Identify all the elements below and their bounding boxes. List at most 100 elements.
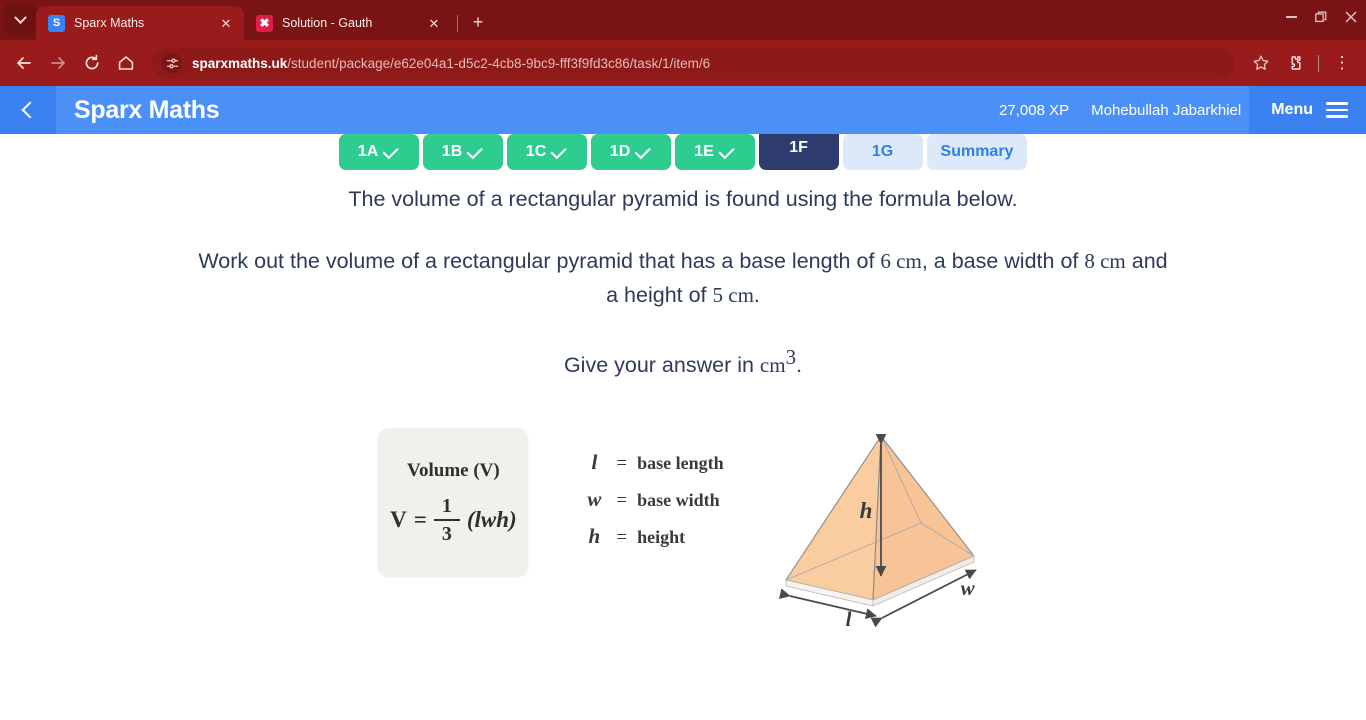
legend-equals: =: [616, 490, 628, 512]
value-base-length: 6 cm: [880, 249, 922, 273]
gauth-icon: ✖: [256, 14, 273, 32]
pyramid-label-l: l: [845, 607, 852, 632]
value-base-width: 8 cm: [1084, 249, 1126, 273]
check-icon: [466, 142, 483, 159]
menu-button[interactable]: Menu: [1249, 86, 1366, 134]
formula-v: V: [390, 507, 407, 533]
formula-equation: V = 1 3 (lwh): [390, 496, 517, 545]
question-line-3-part-b: .: [796, 353, 803, 378]
legend-symbol: l: [591, 450, 598, 475]
legend-text: base length: [637, 453, 724, 474]
window-controls: [1276, 0, 1366, 34]
address-bar-text: sparxmaths.uk/student/package/e62e04a1-d…: [192, 56, 710, 71]
question-tab-1c[interactable]: 1C: [506, 134, 587, 170]
question-tab-1g[interactable]: 1G: [842, 134, 923, 170]
close-icon[interactable]: ✕: [217, 14, 235, 32]
browser-tab-title: Sparx Maths: [74, 16, 145, 30]
browser-menu-icon[interactable]: ⋮: [1326, 47, 1358, 79]
tab-divider: [457, 15, 458, 32]
question-line-2-part-a: Work out the volume of a rectangular pyr…: [198, 249, 881, 273]
question-line-2-part-b: , a base width of: [921, 249, 1085, 273]
bookmark-star-icon[interactable]: [1245, 47, 1277, 79]
formula-diagram: Volume (V) V = 1 3 (lwh) l = base length…: [0, 428, 1366, 631]
formula-title: Volume (V): [407, 459, 500, 481]
site-settings-icon[interactable]: [162, 53, 182, 73]
question-tab-label: 1G: [871, 143, 894, 160]
legend-symbol: h: [588, 524, 601, 549]
tab-search-button[interactable]: [4, 4, 36, 36]
formula-card: Volume (V) V = 1 3 (lwh): [378, 428, 529, 577]
check-icon: [382, 142, 399, 159]
question-tab-label: 1B: [441, 143, 463, 160]
question-line-2: Work out the volume of a rectangular pyr…: [193, 244, 1173, 312]
home-icon[interactable]: [110, 47, 142, 79]
address-bar[interactable]: sparxmaths.uk/student/package/e62e04a1-d…: [152, 47, 1235, 79]
formula-fraction: 1 3: [433, 494, 460, 546]
back-icon[interactable]: [8, 47, 40, 79]
legend-text: base width: [637, 490, 720, 511]
question-tab-label: Summary: [940, 143, 1014, 160]
question-tab-label: 1F: [789, 139, 808, 156]
question-tab-label: 1A: [357, 143, 379, 160]
question-tab-1a[interactable]: 1A: [338, 134, 419, 170]
extensions-puzzle-icon[interactable]: [1279, 47, 1311, 79]
legend-row-width: w = base width: [582, 487, 723, 512]
check-icon: [634, 142, 651, 159]
question-tab-1e[interactable]: 1E: [674, 134, 755, 170]
browser-tabstrip: S Sparx Maths ✕ ✖ Solution - Gauth ✕ +: [0, 0, 1366, 40]
question-tab-1d[interactable]: 1D: [590, 134, 671, 170]
legend-equals: =: [616, 527, 628, 549]
browser-tab-sparx-maths[interactable]: S Sparx Maths ✕: [36, 6, 244, 40]
browser-toolbar: sparxmaths.uk/student/package/e62e04a1-d…: [0, 40, 1366, 86]
menu-button-label: Menu: [1271, 101, 1313, 118]
question-tab-label: 1D: [609, 143, 631, 160]
toolbar-divider: [1318, 54, 1319, 72]
question-tab-summary[interactable]: Summary: [926, 134, 1028, 170]
browser-tab-solution-gauth[interactable]: ✖ Solution - Gauth ✕: [244, 6, 452, 40]
browser-tab-title: Solution - Gauth: [282, 16, 373, 30]
legend-row-height: h = height: [582, 524, 723, 549]
question-line-1: The volume of a rectangular pyramid is f…: [348, 187, 1018, 211]
sparx-s-icon: S: [48, 14, 65, 32]
page-content: 1A 1B 1C 1D 1E 1F 1G Summary The volume …: [0, 126, 1366, 720]
check-icon: [550, 142, 567, 159]
pyramid-label-w: w: [960, 576, 975, 601]
question-tab-1b[interactable]: 1B: [422, 134, 503, 170]
app-back-button[interactable]: [0, 86, 56, 134]
url-path: /student/package/e62e04a1-d5c2-4cb8-9bc9…: [287, 55, 711, 71]
chevron-down-icon: [13, 10, 27, 24]
formula-equals: =: [413, 507, 427, 533]
browser-window: S Sparx Maths ✕ ✖ Solution - Gauth ✕ + s…: [0, 0, 1366, 720]
close-icon[interactable]: ✕: [425, 14, 443, 32]
question-line-3-part-a: Give your answer in: [563, 353, 760, 378]
pyramid-svg: [778, 434, 977, 628]
new-tab-button[interactable]: +: [465, 9, 491, 35]
answer-unit: cm: [759, 353, 786, 378]
forward-icon[interactable]: [42, 47, 74, 79]
pyramid-figure: h l w: [778, 428, 988, 631]
variable-legend: l = base length w = base width h = heigh…: [582, 428, 723, 549]
formula-numerator: 1: [441, 494, 452, 517]
xp-counter: 27,008 XP: [999, 101, 1070, 119]
restore-button[interactable]: [1306, 0, 1336, 34]
check-icon: [718, 142, 735, 159]
chevron-left-icon: [21, 101, 39, 119]
legend-equals: =: [616, 453, 628, 475]
question-tab-label: 1C: [525, 143, 547, 160]
pyramid-label-h: h: [859, 498, 873, 524]
question-text: The volume of a rectangular pyramid is f…: [193, 134, 1173, 382]
question-line-3: Give your answer in cm3.: [193, 340, 1173, 382]
formula-variables: (lwh): [466, 507, 517, 533]
minimize-button[interactable]: [1276, 0, 1306, 34]
question-line-2-part-d: .: [753, 283, 760, 307]
close-button[interactable]: [1336, 0, 1366, 34]
question-tab-label: 1E: [694, 143, 714, 160]
legend-symbol: w: [587, 487, 602, 512]
reload-icon[interactable]: [76, 47, 108, 79]
answer-unit-exponent: 3: [785, 345, 797, 369]
formula-denominator: 3: [441, 523, 452, 546]
legend-text: height: [637, 527, 686, 548]
page-title: Sparx Maths: [74, 95, 220, 124]
app-header-right: 27,008 XP Mohebullah Jabarkhiel Menu: [999, 86, 1366, 134]
value-height: 5 cm: [712, 283, 754, 307]
